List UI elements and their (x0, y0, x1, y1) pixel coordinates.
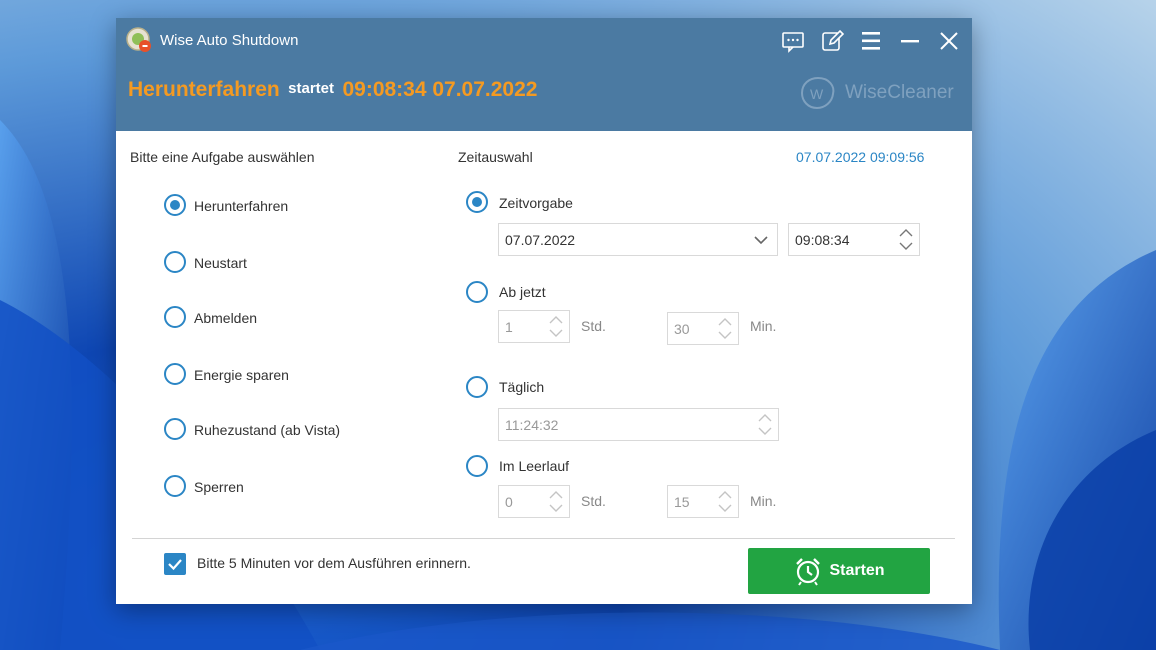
wisecleaner-icon: W (800, 76, 835, 110)
idle-hours-unit: Std. (581, 493, 606, 509)
current-datetime: 07.07.2022 09:09:56 (796, 149, 925, 165)
label-logoff: Abmelden (194, 310, 258, 326)
idle-minutes-value: 15 (674, 494, 690, 510)
spinner-arrows-icon[interactable] (716, 315, 734, 342)
edit-icon[interactable] (820, 28, 846, 54)
from-now-hours-spinner[interactable]: 1 (498, 310, 570, 343)
idle-hours-value: 0 (505, 494, 513, 510)
radio-lock[interactable] (164, 475, 186, 497)
radio-shutdown[interactable] (164, 194, 186, 216)
from-now-minutes-unit: Min. (750, 318, 777, 334)
radio-hibernate[interactable] (164, 418, 186, 440)
app-title: Wise Auto Shutdown (160, 32, 299, 49)
radio-restart[interactable] (164, 251, 186, 273)
label-shutdown: Herunterfahren (194, 198, 289, 214)
app-window: Wise Auto Shutdown Herunterfahren starte… (116, 18, 972, 604)
from-now-hours-value: 1 (505, 319, 513, 335)
menu-icon[interactable] (858, 28, 884, 54)
label-from-now: Ab jetzt (499, 284, 546, 300)
radio-from-now[interactable] (466, 281, 488, 303)
label-sleep: Energie sparen (194, 367, 289, 383)
svg-text:W: W (810, 86, 824, 102)
reminder-checkbox[interactable] (164, 553, 186, 575)
app-logo-icon (126, 27, 151, 52)
from-now-minutes-spinner[interactable]: 30 (667, 312, 739, 345)
spinner-arrows-icon[interactable] (897, 226, 915, 253)
spinner-arrows-icon[interactable] (547, 313, 565, 340)
shutdown-status: Herunterfahren startet 09:08:34 07.07.20… (128, 78, 537, 102)
footer-divider (132, 538, 955, 539)
daily-time-value: 11:24:32 (505, 417, 559, 433)
reminder-label: Bitte 5 Minuten vor dem Ausführen erinne… (197, 555, 471, 571)
alarm-clock-icon (796, 558, 821, 586)
preset-time-spinner[interactable]: 09:08:34 (788, 223, 920, 256)
chevron-down-icon (754, 236, 768, 245)
spinner-arrows-icon[interactable] (547, 488, 565, 515)
daily-time-spinner[interactable]: 11:24:32 (498, 408, 779, 441)
brand-name: WiseCleaner (845, 82, 954, 103)
spinner-arrows-icon[interactable] (716, 488, 734, 515)
radio-idle[interactable] (466, 455, 488, 477)
label-hibernate: Ruhezustand (ab Vista) (194, 422, 341, 438)
close-icon[interactable] (936, 28, 962, 54)
from-now-minutes-value: 30 (674, 321, 690, 337)
status-time: 09:08:34 07.07.2022 (342, 78, 538, 101)
radio-daily[interactable] (466, 376, 488, 398)
tasks-heading: Bitte eine Aufgabe auswählen (130, 149, 315, 165)
radio-logoff[interactable] (164, 306, 186, 328)
idle-minutes-unit: Min. (750, 493, 777, 509)
label-restart: Neustart (194, 255, 247, 271)
minimize-icon[interactable] (897, 28, 923, 54)
from-now-hours-unit: Std. (581, 318, 606, 334)
label-daily: Täglich (499, 379, 545, 395)
spinner-arrows-icon[interactable] (756, 411, 774, 438)
start-button-label: Starten (829, 562, 885, 579)
checkmark-icon (168, 559, 182, 571)
status-word: startet (288, 80, 335, 97)
status-action: Herunterfahren (128, 78, 280, 101)
start-button[interactable]: Starten (748, 548, 930, 594)
label-lock: Sperren (194, 479, 244, 495)
time-heading: Zeitauswahl (458, 149, 533, 165)
idle-minutes-spinner[interactable]: 15 (667, 485, 739, 518)
title-bar: Wise Auto Shutdown Herunterfahren starte… (116, 18, 972, 131)
feedback-icon[interactable] (780, 28, 806, 54)
label-idle: Im Leerlauf (499, 458, 570, 474)
brand-logo: W WiseCleaner (799, 76, 954, 110)
radio-preset[interactable] (466, 191, 488, 213)
preset-time-value: 09:08:34 (795, 232, 850, 248)
radio-sleep[interactable] (164, 363, 186, 385)
idle-hours-spinner[interactable]: 0 (498, 485, 570, 518)
date-dropdown[interactable]: 07.07.2022 (498, 223, 778, 256)
date-value: 07.07.2022 (505, 232, 576, 248)
label-preset: Zeitvorgabe (499, 195, 573, 211)
